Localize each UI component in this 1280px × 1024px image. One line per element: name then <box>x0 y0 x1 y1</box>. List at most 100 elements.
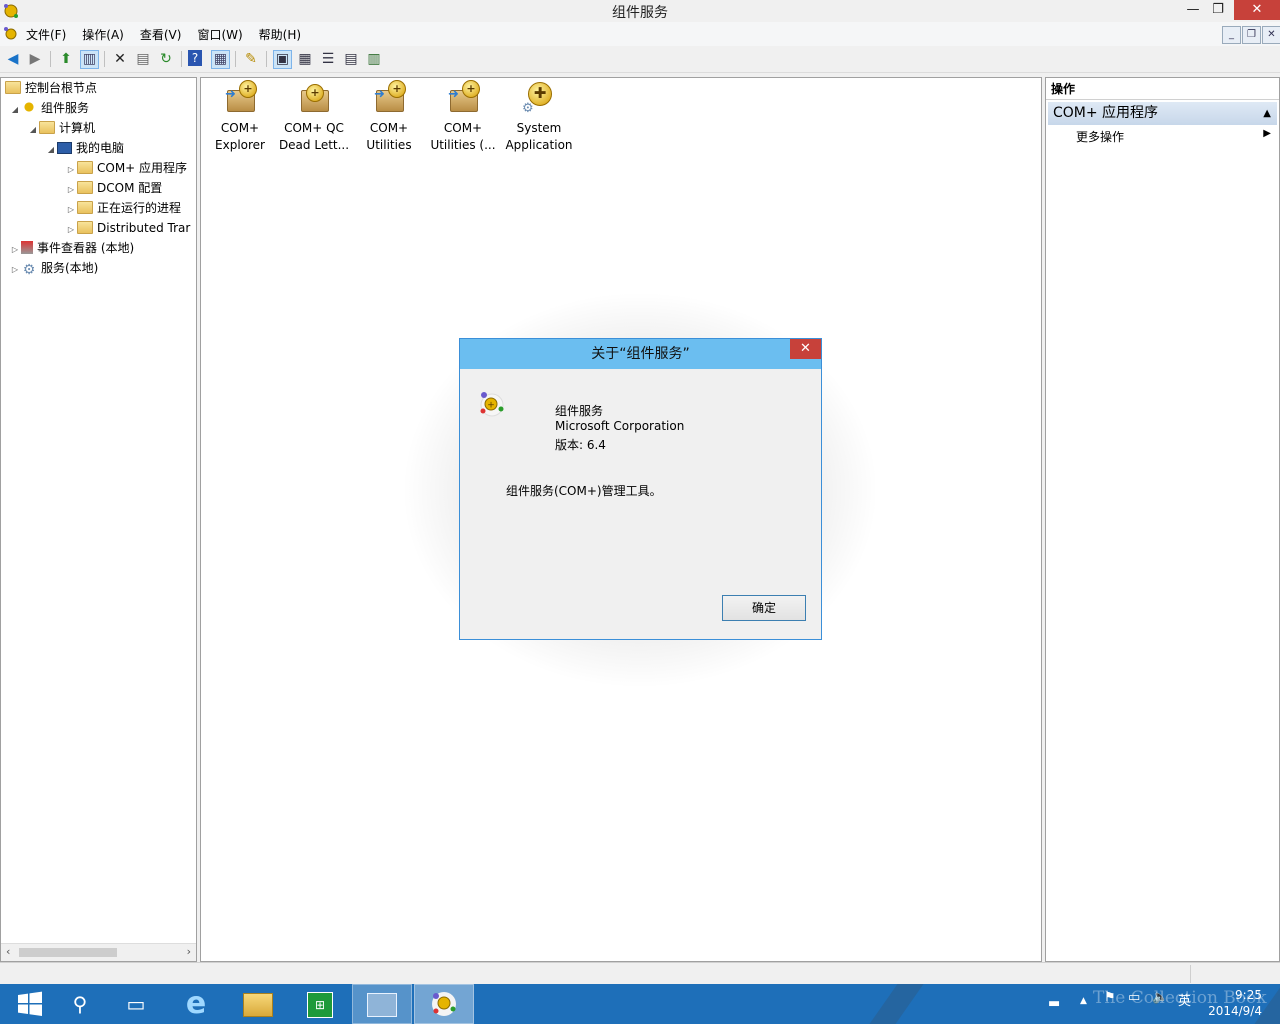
back-icon[interactable]: ◀ <box>4 50 22 68</box>
tree-item-my-computer[interactable]: ◢ 我的电脑 <box>45 138 124 158</box>
item-com-utilities-2[interactable]: + ➜ COM+ Utilities (... <box>424 80 502 154</box>
menu-action[interactable]: 操作(A) <box>82 26 124 43</box>
folder-icon <box>77 221 93 234</box>
window-titlebar[interactable]: 组件服务 — ❐ ✕ <box>0 0 1280 22</box>
dialog-product-name: 组件服务 <box>555 404 604 418</box>
close-button[interactable]: ✕ <box>1234 0 1280 20</box>
help-icon[interactable]: ? <box>188 50 202 66</box>
about-dialog[interactable]: 关于“组件服务” ✕ + 组件服务 Microsoft Corporation … <box>459 338 822 640</box>
forward-icon[interactable]: ▶ <box>26 50 44 68</box>
package-icon: + ➜ <box>446 80 480 114</box>
show-hidden-icons[interactable]: ▲ <box>1080 996 1087 1006</box>
package-icon: + <box>297 80 331 114</box>
tree-item-services[interactable]: ▷ ⚙ 服务(本地) <box>9 258 98 278</box>
file-explorer-icon[interactable] <box>228 984 288 1024</box>
taskbar-component-services[interactable] <box>414 984 474 1024</box>
package-icon: + ➜ <box>223 80 257 114</box>
expanded-arrow-icon[interactable]: ◢ <box>45 140 57 160</box>
up-folder-icon[interactable]: ⬆ <box>57 50 75 68</box>
gear-icon: ⚙ <box>22 262 36 278</box>
mdi-close-button[interactable]: ✕ <box>1262 26 1280 44</box>
status-view-icon[interactable]: ▥ <box>365 50 383 68</box>
store-icon[interactable]: ⊞ <box>290 984 350 1024</box>
tree-horizontal-scrollbar[interactable]: ‹ › <box>1 943 196 961</box>
detail-view-icon[interactable]: ▤ <box>342 50 360 68</box>
item-system-application[interactable]: ✚ ⚙ System Application <box>500 80 578 154</box>
submenu-arrow-icon[interactable]: ▶ <box>1263 128 1271 139</box>
menu-help[interactable]: 帮助(H) <box>259 26 301 43</box>
package-icon: + ➜ <box>372 80 406 114</box>
scroll-left-icon[interactable]: ‹ <box>6 945 10 958</box>
menu-file[interactable]: 文件(F) <box>26 26 66 43</box>
collapse-caret-icon[interactable]: ▲ <box>1263 102 1271 125</box>
tree-item-console-root[interactable]: 控制台根节点 <box>5 78 97 98</box>
collapsed-arrow-icon[interactable]: ▷ <box>65 220 77 238</box>
properties-icon[interactable]: ▤ <box>134 50 152 68</box>
window-title: 组件服务 <box>612 5 668 21</box>
component-services-icon: + <box>480 392 504 417</box>
action-section-com-applications[interactable]: COM+ 应用程序 ▲ <box>1048 102 1277 125</box>
collapsed-arrow-icon[interactable]: ▷ <box>65 180 77 200</box>
svg-text:+: + <box>487 401 495 411</box>
tree-item-event-viewer[interactable]: ▷ 事件查看器 (本地) <box>9 238 134 258</box>
collapsed-arrow-icon[interactable]: ▷ <box>9 240 21 260</box>
dialog-description: 组件服务(COM+)管理工具。 <box>506 484 662 498</box>
expanded-arrow-icon[interactable]: ◢ <box>27 120 39 140</box>
status-bar <box>0 962 1280 985</box>
scrollbar-thumb[interactable] <box>19 948 117 957</box>
folder-icon <box>77 161 93 174</box>
ok-button[interactable]: 确定 <box>722 595 806 621</box>
delete-icon[interactable]: ✕ <box>111 50 129 68</box>
component-services-icon <box>432 992 456 1016</box>
tree-pane[interactable]: 控制台根节点 ◢ 组件服务 ◢ 计算机 ◢ 我的电脑 ▷ COM+ 应用程序 ▷ DCOM… <box>0 77 197 962</box>
mdi-restore-button[interactable]: ❐ <box>1242 26 1261 44</box>
menu-view[interactable]: 查看(V) <box>140 26 182 43</box>
collapsed-arrow-icon[interactable]: ▷ <box>65 200 77 220</box>
taskbar-clock[interactable]: 9:25 2014/9/4 <box>1208 987 1262 1019</box>
item-com-utilities[interactable]: + ➜ COM+ Utilities <box>350 80 428 154</box>
new-item-icon[interactable]: ✎ <box>242 50 260 68</box>
windows-logo-icon <box>18 991 42 1016</box>
expanded-arrow-icon[interactable]: ◢ <box>9 100 21 120</box>
tree-item-distributed-transaction[interactable]: ▷ Distributed Trar <box>65 218 195 238</box>
large-icons-view-icon[interactable]: ▣ <box>273 50 292 69</box>
dialog-close-button[interactable]: ✕ <box>790 339 821 359</box>
collapsed-arrow-icon[interactable]: ▷ <box>9 260 21 280</box>
action-more-actions[interactable]: 更多操作 <box>1076 128 1124 145</box>
scroll-right-icon[interactable]: › <box>187 945 191 958</box>
search-icon[interactable]: ⚲ <box>50 984 110 1024</box>
refresh-icon[interactable]: ↻ <box>157 50 175 68</box>
menu-bar: 文件(F) 操作(A) 查看(V) 窗口(W) 帮助(H) _ ❐ ✕ <box>0 22 1280 46</box>
folder-icon <box>77 181 93 194</box>
folder-icon <box>5 81 21 94</box>
component-services-icon <box>21 100 37 114</box>
dialog-version: 版本: 6.4 <box>555 438 606 452</box>
taskbar: ⚲ ▭ e ⊞ ▬ ▲ ⚑ ▭ 🔈 英 The Collection Book … <box>0 984 1280 1024</box>
taskbar-server-manager[interactable] <box>352 984 412 1024</box>
tree-item-dcom-config[interactable]: ▷ DCOM 配置 <box>65 178 162 198</box>
clock-date: 2014/9/4 <box>1208 1004 1262 1018</box>
task-view-icon[interactable]: ▭ <box>106 984 166 1024</box>
mdi-minimize-button[interactable]: _ <box>1222 26 1241 44</box>
maximize-button[interactable]: ❐ <box>1202 0 1234 20</box>
tree-item-component-services[interactable]: ◢ 组件服务 <box>9 98 89 118</box>
item-com-explorer[interactable]: + ➜ COM+ Explorer <box>201 80 279 154</box>
list-view-icon[interactable]: ☰ <box>319 50 337 68</box>
event-viewer-icon <box>21 241 33 254</box>
show-hide-tree-icon[interactable]: ▥ <box>80 50 99 69</box>
tree-item-computers[interactable]: ◢ 计算机 <box>27 118 95 138</box>
tree-item-running-processes[interactable]: ▷ 正在运行的进程 <box>65 198 181 218</box>
item-com-qc-dead-letter[interactable]: + COM+ QC Dead Lett... <box>275 80 353 154</box>
menu-window[interactable]: 窗口(W) <box>197 26 242 43</box>
system-application-icon: ✚ ⚙ <box>522 80 556 116</box>
collapsed-arrow-icon[interactable]: ▷ <box>65 160 77 180</box>
dialog-title: 关于“组件服务” <box>460 339 821 369</box>
tree-item-com-applications[interactable]: ▷ COM+ 应用程序 <box>65 158 188 180</box>
folder-icon <box>77 201 93 214</box>
system-menu-icon[interactable] <box>3 26 19 42</box>
keyboard-icon[interactable]: ▬ <box>1048 996 1060 1011</box>
internet-explorer-icon[interactable]: e <box>166 984 226 1024</box>
action-pane: 操作 COM+ 应用程序 ▲ 更多操作 ▶ <box>1045 77 1280 962</box>
show-action-pane-icon[interactable]: ▦ <box>211 50 230 69</box>
small-icons-view-icon[interactable]: ▦ <box>296 50 314 68</box>
